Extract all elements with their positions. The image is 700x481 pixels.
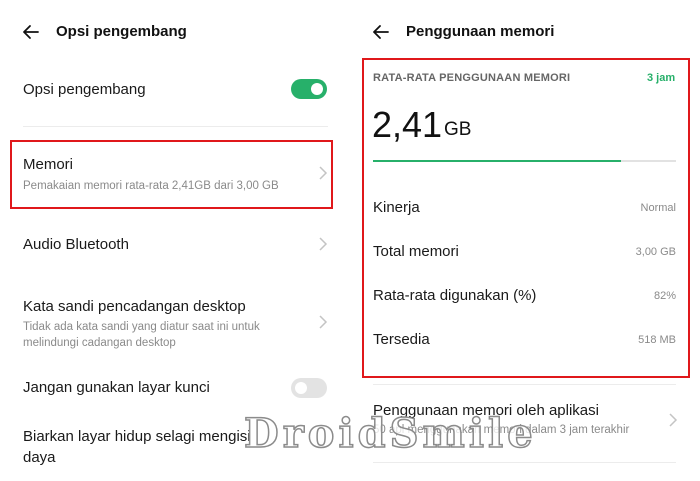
top-bar: Penggunaan memori <box>350 0 700 66</box>
divider <box>373 462 676 463</box>
row-label: Kata sandi pencadangan desktop <box>23 298 246 315</box>
row-label: Audio Bluetooth <box>23 236 129 253</box>
developer-options-toggle-row[interactable]: Opsi pengembang <box>0 66 350 126</box>
developer-options-switch[interactable] <box>291 79 327 99</box>
divider <box>373 384 676 385</box>
switch-knob <box>311 83 323 95</box>
chevron-right-icon <box>319 237 328 251</box>
chevron-right-icon <box>669 413 678 427</box>
developer-options-screen: Opsi pengembang Opsi pengembang Memori P… <box>0 0 350 481</box>
memory-highlight-box <box>10 140 333 209</box>
row-description-line2: melindungi cadangan desktop <box>23 337 176 349</box>
back-arrow-icon[interactable] <box>371 22 391 42</box>
watermark: DroidSmile <box>243 409 537 458</box>
top-bar: Opsi pengembang <box>0 0 350 66</box>
chevron-right-icon <box>319 315 328 329</box>
row-label-line2: daya <box>23 449 56 466</box>
switch-knob <box>295 382 307 394</box>
disable-lock-screen-row[interactable]: Jangan gunakan layar kunci <box>0 366 350 410</box>
page-title: Penggunaan memori <box>406 23 555 40</box>
page-title: Opsi pengembang <box>56 23 187 40</box>
divider <box>23 126 328 127</box>
disable-lock-screen-switch[interactable] <box>291 378 327 398</box>
back-arrow-icon[interactable] <box>21 22 41 42</box>
desktop-backup-password-row[interactable]: Kata sandi pencadangan desktop Tidak ada… <box>0 284 350 354</box>
bluetooth-audio-row[interactable]: Audio Bluetooth <box>0 222 350 268</box>
row-label-line1: Biarkan layar hidup selagi mengisi <box>23 428 251 445</box>
row-label: Opsi pengembang <box>23 81 146 98</box>
row-description-line1: Tidak ada kata sandi yang diatur saat in… <box>23 321 260 333</box>
row-label: Jangan gunakan layar kunci <box>23 379 210 396</box>
memory-stats-highlight-box <box>362 58 690 378</box>
